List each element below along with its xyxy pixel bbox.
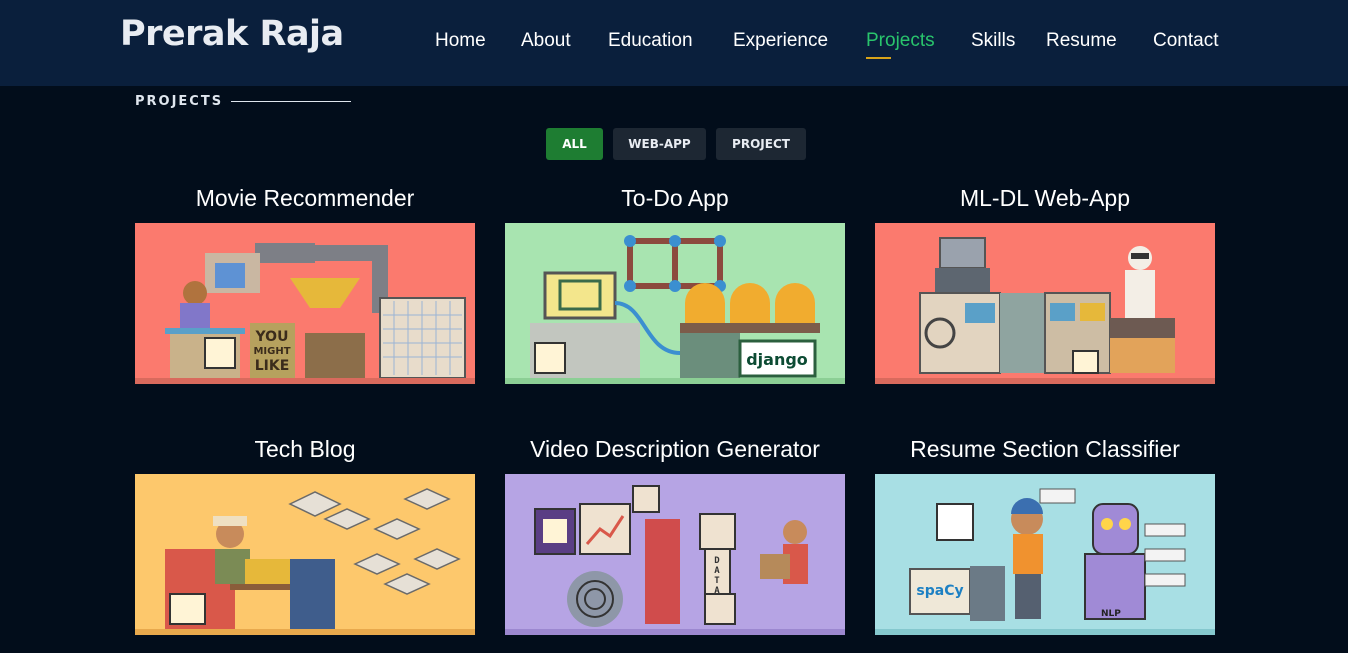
filter-all-button[interactable]: ALL [546,128,603,160]
nav-resume[interactable]: Resume [1046,30,1117,52]
project-image-tech-blog[interactable] [135,474,475,635]
art-text-like: LIKE [255,358,290,374]
art-text-spacy: spaCy [916,583,963,599]
art-text-you: YOU [255,329,289,345]
filter-project-button[interactable]: PROJECT [716,128,806,160]
nav-experience[interactable]: Experience [733,30,828,52]
project-image-to-do-app[interactable]: django [505,223,845,384]
project-image-movie-recommender[interactable]: YOU MIGHT LIKE [135,223,475,384]
project-title[interactable]: Resume Section Classifier [875,436,1215,463]
project-title[interactable]: Video Description Generator [505,436,845,463]
navbar: Prerak Raja Home About Education Experie… [0,0,1348,86]
art-text-a1: A [714,566,720,576]
nav-projects[interactable]: Projects [866,30,935,52]
active-nav-underline [866,57,891,59]
nav-home[interactable]: Home [435,30,486,52]
nav-skills[interactable]: Skills [971,30,1015,52]
art-text-t: T [714,576,720,586]
project-title[interactable]: Tech Blog [135,436,475,463]
art-text-nlp: NLP [1101,609,1121,619]
project-title[interactable]: Movie Recommender [135,185,475,212]
project-image-resume-section-classifier[interactable]: spaCy NLP [875,474,1215,635]
project-image-ml-dl-web-app[interactable] [875,223,1215,384]
art-text-might: MIGHT [253,346,290,357]
section-title: PROJECTS [135,94,224,109]
nav-contact[interactable]: Contact [1153,30,1218,52]
project-title[interactable]: ML-DL Web-App [875,185,1215,212]
nav-about[interactable]: About [521,30,571,52]
art-text-d: D [714,556,720,566]
project-title[interactable]: To-Do App [505,185,845,212]
project-image-video-description-generator[interactable]: D A T A [505,474,845,635]
nav-education[interactable]: Education [608,30,693,52]
art-text-django: django [746,350,808,369]
filter-web-app-button[interactable]: WEB-APP [613,128,706,160]
main-nav: Home About Education Experience Projects… [0,30,1348,60]
section-title-line [231,101,351,102]
